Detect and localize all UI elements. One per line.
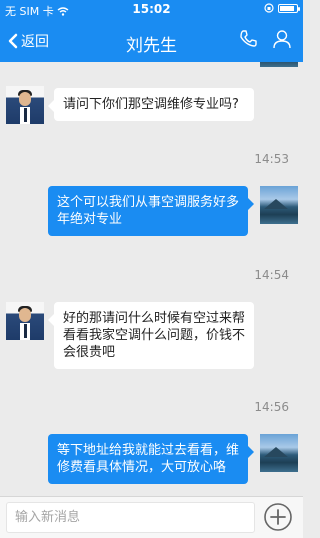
- message-timestamp: 14:53: [254, 152, 289, 166]
- message-bubble-incoming[interactable]: 请问下你们那空调维修专业吗?: [48, 88, 254, 121]
- plus-circle-icon[interactable]: [263, 502, 293, 532]
- composer-bar: [0, 496, 303, 538]
- my-avatar[interactable]: [260, 186, 298, 224]
- chat-area[interactable]: 请问下你们那空调维修专业吗? 14:53 这个可以我们从事空调服务好多年绝对专业…: [0, 62, 303, 496]
- navigation-bar: 返回 刘先生: [0, 22, 303, 62]
- contact-avatar[interactable]: [6, 302, 44, 340]
- header: 无 SIM 卡 15:02 返回 刘先生: [0, 0, 303, 62]
- status-bar: 无 SIM 卡 15:02: [0, 0, 303, 20]
- orientation-lock-icon: [264, 3, 274, 13]
- status-right: [264, 3, 300, 13]
- my-avatar[interactable]: [260, 434, 298, 472]
- message-bubble-incoming[interactable]: 好的那请问什么时候有空过来帮看看我家空调什么问题，价钱不会很贵吧: [48, 302, 254, 369]
- message-bubble-outgoing[interactable]: 这个可以我们从事空调服务好多年绝对专业: [48, 186, 254, 236]
- message-timestamp: 14:56: [254, 400, 289, 414]
- status-time: 15:02: [132, 2, 171, 16]
- contact-avatar[interactable]: [6, 86, 44, 124]
- message-input[interactable]: [6, 502, 255, 533]
- nav-actions: [237, 28, 293, 50]
- message-bubble-outgoing[interactable]: 等下地址给我就能过去看看，维修费看具体情况，大可放心咯: [48, 434, 254, 484]
- profile-icon[interactable]: [271, 28, 293, 50]
- battery-fill: [280, 5, 294, 11]
- phone-icon[interactable]: [237, 28, 259, 50]
- message-timestamp: 14:54: [254, 268, 289, 282]
- my-avatar: [260, 62, 298, 67]
- battery-icon: [278, 3, 300, 13]
